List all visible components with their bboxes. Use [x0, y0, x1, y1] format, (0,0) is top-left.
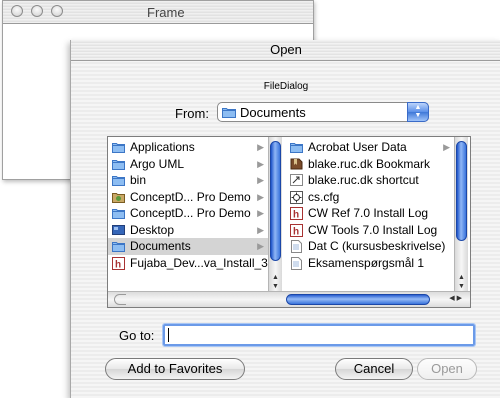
svg-text:h: h [115, 259, 121, 270]
scroll-arrows-icon[interactable]: ▲ ▼ [269, 273, 282, 291]
from-location-value: Documents [240, 105, 306, 120]
popup-arrows-icon: ▲ ▼ [407, 102, 429, 122]
list-item[interactable]: Eksamenspørgsmål 1 [286, 255, 454, 272]
list-item-label: Desktop [130, 222, 175, 237]
folder-icon [112, 158, 125, 170]
horizontal-scrollbar[interactable]: ◀▶ [108, 291, 470, 307]
close-window-button[interactable] [11, 5, 23, 17]
list-item[interactable]: blake.ruc.dk shortcut [286, 172, 454, 189]
scroll-arrows-icon[interactable]: ▲ ▼ [455, 273, 468, 291]
dialog-title: Open [71, 40, 500, 61]
background-window-title: Frame [147, 5, 185, 20]
open-button[interactable]: Open [417, 358, 477, 380]
horizontal-scroll-thumb[interactable] [286, 294, 430, 305]
background-titlebar: Frame [3, 1, 313, 24]
chevron-right-icon: ▶ [257, 208, 264, 218]
document-icon [290, 240, 303, 253]
list-item-selected[interactable]: Documents ▶ [108, 238, 268, 255]
text-caret [168, 328, 169, 342]
minimize-window-button[interactable] [31, 5, 43, 17]
h-doc-icon: h [290, 223, 303, 237]
document-icon [290, 256, 303, 270]
list-item[interactable]: ConceptD... Pro Demo ▶ [108, 205, 268, 222]
from-label: From: [175, 106, 209, 121]
list-item[interactable]: ConceptD... Pro Demo ▶ [108, 189, 268, 206]
folder-icon [112, 174, 125, 186]
open-dialog: Open FileDialog From: Documents ▲ ▼ Appli… [70, 40, 500, 398]
chevron-right-icon: ▶ [257, 241, 264, 251]
h-doc-icon: h [112, 256, 125, 270]
browser-column-1: Applications ▶ Argo UML ▶ bin ▶ ConceptD… [108, 139, 268, 271]
column-2-scrollbar[interactable]: ▲ ▼ [454, 137, 468, 291]
column-1-scroll-thumb[interactable] [270, 141, 281, 261]
list-item[interactable]: Dat C (kursusbeskrivelse) [286, 238, 454, 255]
list-item[interactable]: cs.cfg [286, 189, 454, 206]
folder-icon [222, 106, 236, 121]
list-item[interactable]: Applications ▶ [108, 139, 268, 156]
list-item[interactable]: h CW Tools 7.0 Install Log [286, 222, 454, 239]
list-item[interactable]: Acrobat User Data ▶ [286, 139, 454, 156]
list-item[interactable]: blake.ruc.dk Bookmark [286, 156, 454, 173]
chevron-right-icon: ▶ [257, 191, 264, 202]
list-item[interactable]: h CW Ref 7.0 Install Log [286, 205, 454, 222]
chevron-right-icon: ▶ [257, 175, 264, 185]
from-location-popup[interactable]: Documents ▲ ▼ [217, 102, 429, 122]
chevron-right-icon: ▶ [257, 142, 264, 152]
folder-icon [112, 240, 125, 252]
folder-icon [112, 141, 125, 153]
add-to-favorites-button[interactable]: Add to Favorites [105, 358, 245, 380]
h-doc-icon: h [290, 207, 303, 221]
folder-icon [112, 207, 125, 219]
list-item-label: Argo UML [130, 156, 185, 171]
horizontal-scroll-arrows-icon[interactable]: ◀▶ [449, 294, 464, 302]
svg-text:h: h [293, 210, 299, 221]
list-item-label: Eksamenspørgsmål 1 [308, 255, 425, 270]
shortcut-icon [290, 174, 303, 186]
bookmark-icon [290, 158, 303, 170]
chevron-right-icon: ▶ [443, 142, 450, 152]
cfg-file-icon [290, 190, 303, 204]
list-item-label: blake.ruc.dk Bookmark [308, 156, 431, 171]
svg-text:h: h [293, 226, 299, 237]
list-item-label: CW Ref 7.0 Install Log [308, 206, 429, 220]
list-item-label: Documents [130, 239, 191, 253]
list-item[interactable]: Desktop ▶ [108, 222, 268, 239]
list-item[interactable]: bin ▶ [108, 172, 268, 189]
file-browser[interactable]: Applications ▶ Argo UML ▶ bin ▶ ConceptD… [107, 136, 471, 308]
column-2-scroll-thumb[interactable] [456, 141, 467, 241]
browser-column-2: Acrobat User Data ▶ blake.ruc.dk Bookmar… [286, 139, 454, 271]
folder-icon [290, 141, 303, 153]
column-1-scrollbar[interactable]: ▲ ▼ [268, 137, 282, 291]
dialog-subtitle: FileDialog [263, 81, 309, 92]
app-folder-icon [112, 191, 125, 203]
list-item[interactable]: h Fujaba_Dev...va_Install_3 [108, 255, 268, 272]
list-item-label: Acrobat User Data [308, 140, 407, 154]
list-item-label: ConceptD... Pro Demo [130, 206, 251, 220]
goto-input[interactable] [162, 323, 476, 347]
list-item-label: ConceptD... Pro Demo [130, 189, 251, 204]
list-item[interactable]: Argo UML ▶ [108, 156, 268, 173]
list-item-label: CW Tools 7.0 Install Log [308, 222, 438, 237]
list-item-label: blake.ruc.dk shortcut [308, 173, 419, 187]
list-item-label: Dat C (kursusbeskrivelse) [308, 239, 446, 253]
list-item-label: cs.cfg [308, 189, 340, 204]
goto-label: Go to: [119, 328, 155, 343]
chevron-right-icon: ▶ [257, 158, 264, 169]
list-item-label: Applications [130, 140, 195, 154]
desktop-icon [112, 224, 125, 236]
zoom-window-button[interactable] [51, 5, 63, 17]
horizontal-scroll-track-end [114, 294, 126, 305]
list-item-label: bin [130, 173, 147, 187]
cancel-button[interactable]: Cancel [335, 358, 413, 380]
chevron-right-icon: ▶ [257, 224, 264, 235]
list-item-label: Fujaba_Dev...va_Install_3 [130, 255, 268, 270]
